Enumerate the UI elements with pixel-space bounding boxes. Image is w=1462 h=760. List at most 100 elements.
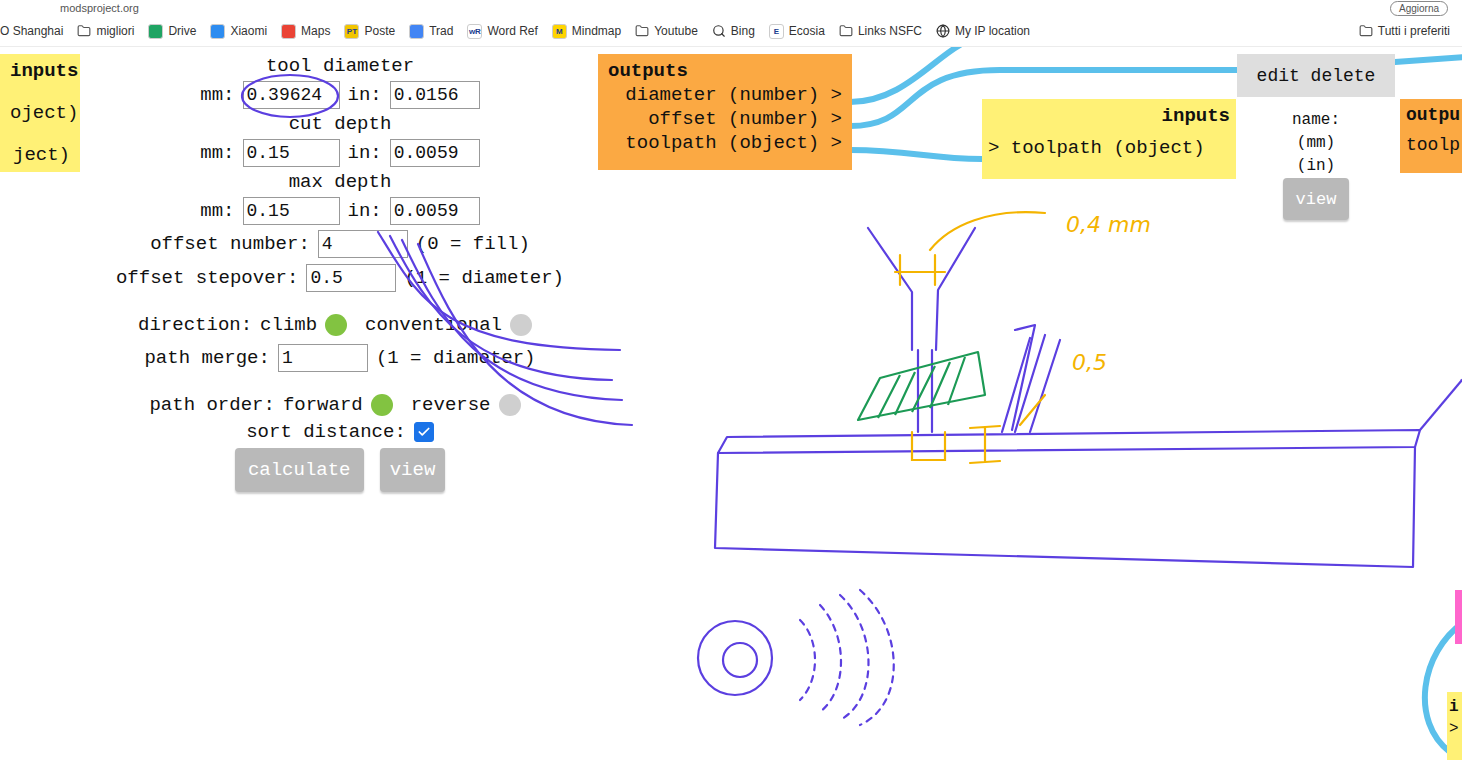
- in-input[interactable]: [390, 139, 480, 167]
- bookmark[interactable]: migliori: [77, 24, 134, 38]
- in-input[interactable]: [390, 81, 480, 109]
- node-header: inputs: [988, 105, 1230, 127]
- radio-label: path order:: [149, 394, 274, 416]
- annotation: 0,4 mm: [1066, 212, 1151, 237]
- page: modsproject.org Aggiorna O Shanghai miglior…: [0, 0, 1462, 760]
- outputs-node[interactable]: outpu toolp: [1400, 99, 1462, 173]
- node-port[interactable]: > toolpath (object): [988, 137, 1230, 159]
- mill-raster-module: tool diametermm:in:cut depthmm:in:max de…: [85, 52, 595, 492]
- address[interactable]: modsproject.org: [60, 2, 139, 14]
- field-row: offset number:(0 = fill): [150, 228, 530, 260]
- node-port[interactable]: toolpath (object) >: [608, 132, 842, 154]
- node-header: outpu: [1406, 105, 1456, 125]
- module-line: (in): [1297, 155, 1335, 178]
- field-title: tool diameter: [266, 52, 414, 80]
- bookmark[interactable]: Trad: [409, 24, 453, 39]
- module: edit deletename:(mm)(in)view: [1237, 54, 1395, 220]
- site-icon: [210, 24, 225, 39]
- unit-row: mm:in:: [200, 196, 479, 226]
- site-icon: wR: [467, 24, 482, 39]
- calculate-button[interactable]: calculate: [235, 448, 364, 492]
- address-strip: modsproject.org Aggiorna: [0, 0, 1462, 16]
- node-header: inputs: [10, 60, 70, 82]
- in-input[interactable]: [390, 197, 480, 225]
- radio-option-label: reverse: [411, 394, 491, 416]
- node-port[interactable]: ject): [10, 144, 70, 166]
- bookmark[interactable]: wRWord Ref: [467, 24, 537, 39]
- unit-row: mm: in:: [200, 138, 479, 168]
- node-port[interactable]: toolp: [1406, 135, 1456, 155]
- outputs-node[interactable]: outputsdiameter (number) >offset (number…: [598, 54, 852, 170]
- button-row: calculate view: [235, 448, 446, 492]
- field-label: offset number:: [150, 233, 310, 255]
- site-icon: [281, 24, 296, 39]
- view-button[interactable]: view: [1283, 178, 1349, 220]
- unit-label: in:: [348, 200, 382, 222]
- inputs-node[interactable]: inputs > toolpath (object): [982, 99, 1236, 179]
- bookmark[interactable]: Drive: [148, 24, 196, 39]
- inputs-node[interactable]: inputs oject) ject): [0, 54, 80, 172]
- node-port[interactable]: oject): [10, 102, 70, 124]
- field-row: offset stepover: (1 = diameter): [116, 262, 564, 294]
- radio-row: path order: forward reverse: [149, 390, 530, 420]
- node-port[interactable]: offset (number) >: [608, 108, 842, 130]
- unit-label: mm:: [200, 142, 234, 164]
- bookmark[interactable]: PTPoste: [344, 24, 395, 39]
- bookmark[interactable]: Maps: [281, 24, 330, 39]
- site-icon: [409, 24, 424, 39]
- field-label: offset stepover:: [116, 267, 298, 289]
- field-input[interactable]: [306, 264, 396, 292]
- radio-dot[interactable]: [499, 394, 521, 416]
- radio-dot[interactable]: [510, 314, 532, 336]
- check-icon: [417, 425, 431, 439]
- field-note: (1 = diameter): [404, 267, 564, 289]
- field-title: max depth: [289, 168, 392, 196]
- node-header: outputs: [608, 60, 842, 82]
- field-row: path merge: (1 = diameter): [144, 342, 535, 374]
- node-port[interactable]: diameter (number) >: [608, 84, 842, 106]
- checkbox-label: sort distance:: [246, 421, 406, 443]
- update-button[interactable]: Aggiorna: [1390, 1, 1448, 16]
- radio-option-label: climb: [260, 314, 317, 336]
- bookmark-bar: O Shanghai migliori Drive Xiaomi Maps PTPoste…: [0, 16, 1462, 47]
- field-input[interactable]: [278, 344, 368, 372]
- mm-input[interactable]: [243, 197, 340, 225]
- node-port[interactable]: >: [1449, 720, 1460, 738]
- field-input[interactable]: [318, 230, 408, 258]
- bookmark[interactable]: Bing: [712, 24, 755, 38]
- search-icon: [712, 24, 726, 38]
- unit-row: mm:in:: [200, 80, 479, 110]
- mm-input[interactable]: [243, 139, 340, 167]
- field-note: (1 = diameter): [376, 347, 536, 369]
- bookmark[interactable]: My IP location: [936, 24, 1030, 38]
- globe-icon: [936, 24, 950, 38]
- bookmark[interactable]: MMindmap: [552, 24, 621, 39]
- field-title: cut depth: [289, 110, 392, 138]
- folder-icon: [839, 24, 853, 38]
- all-bookmarks[interactable]: Tutti i preferiti: [1359, 24, 1450, 38]
- bookmark[interactable]: Youtube: [635, 24, 698, 38]
- bookmark[interactable]: Xiaomi: [210, 24, 267, 39]
- checkbox[interactable]: [414, 422, 434, 442]
- radio-option-label: conventional: [365, 314, 502, 336]
- module-line: (mm): [1297, 132, 1335, 155]
- pink-node[interactable]: [1455, 590, 1462, 644]
- site-icon: E: [769, 24, 784, 39]
- field-label: path merge:: [144, 347, 269, 369]
- bookmark[interactable]: Links NSFC: [839, 24, 922, 38]
- inputs-node[interactable]: i>: [1447, 692, 1462, 760]
- radio-dot[interactable]: [371, 394, 393, 416]
- radio-option-label: forward: [283, 394, 363, 416]
- unit-label: in:: [348, 84, 382, 106]
- folder-icon: [1359, 24, 1373, 38]
- site-icon: PT: [344, 24, 359, 39]
- site-icon: [148, 24, 163, 39]
- bookmark[interactable]: O Shanghai: [0, 24, 63, 38]
- bookmark[interactable]: EEcosia: [769, 24, 825, 39]
- mm-input[interactable]: [243, 81, 340, 109]
- view-button[interactable]: view: [380, 448, 446, 492]
- canvas: inputs oject) ject) tool diameter mm: in: cut …: [0, 47, 1462, 760]
- unit-label: in:: [348, 142, 382, 164]
- module-header[interactable]: edit delete: [1237, 54, 1395, 97]
- radio-dot[interactable]: [325, 314, 347, 336]
